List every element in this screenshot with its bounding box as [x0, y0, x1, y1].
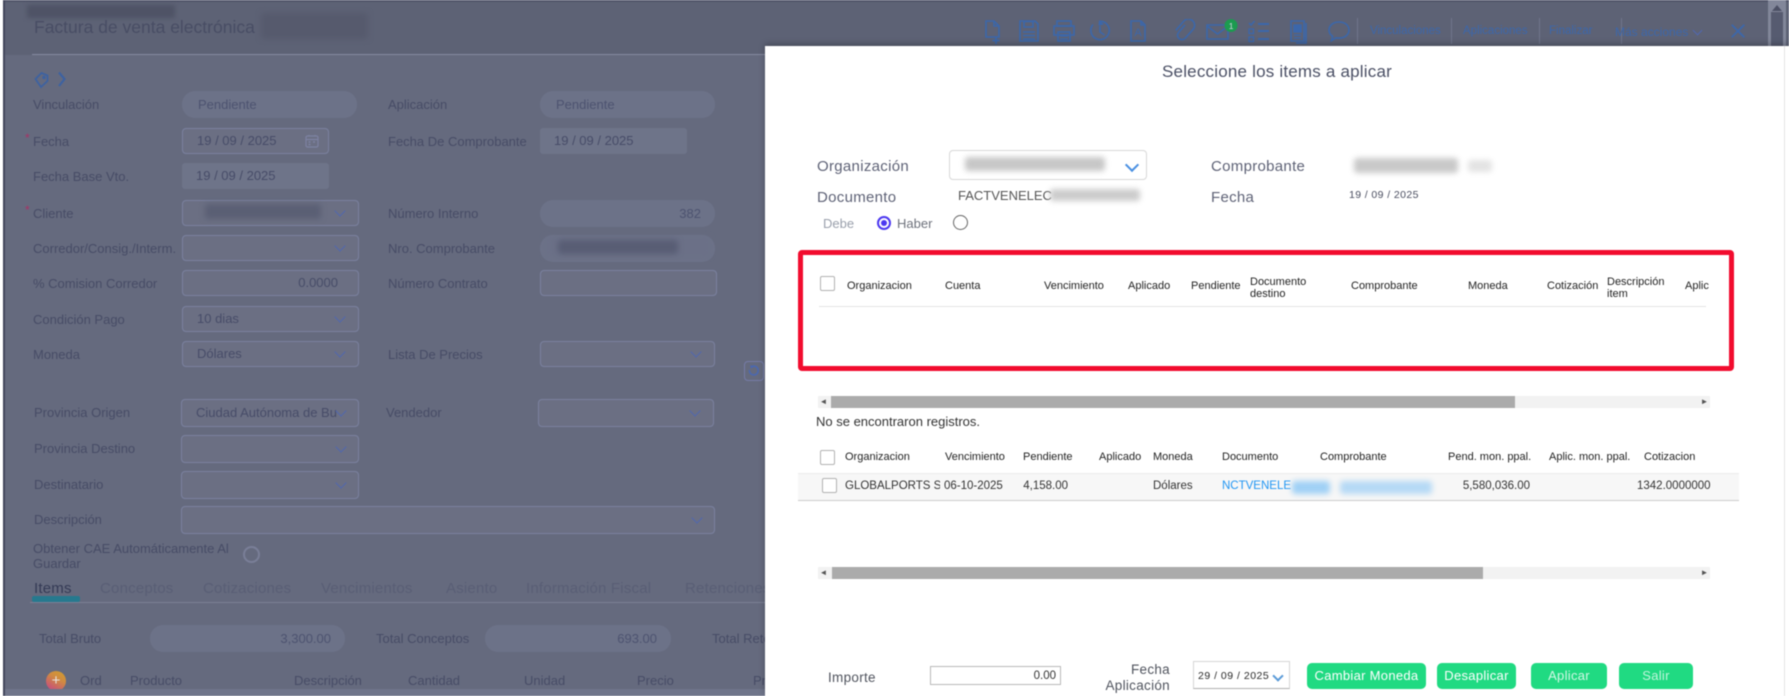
svg-text:A: A — [1134, 27, 1142, 39]
svg-text:1: 1 — [1229, 21, 1234, 31]
